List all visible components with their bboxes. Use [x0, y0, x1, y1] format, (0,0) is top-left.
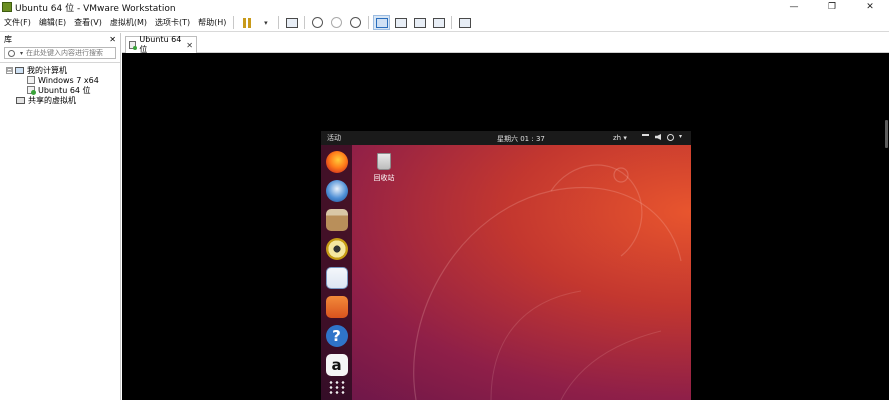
- window-controls: — ❐ ✕: [775, 0, 889, 14]
- ubuntu-dock: ? a: [321, 145, 352, 400]
- input-method-indicator[interactable]: zh ▾: [613, 134, 627, 142]
- window-title: Ubuntu 64 位 - VMware Workstation: [15, 3, 176, 14]
- libreoffice-writer-icon[interactable]: [325, 267, 348, 289]
- computer-icon: [15, 66, 24, 74]
- revert-icon: [331, 17, 343, 28]
- tree-item-ubuntu[interactable]: Ubuntu 64 位: [0, 85, 120, 95]
- ubuntu-desktop[interactable]: 活动 星期六 01 : 37 zh ▾ ▾ ? a 回收站: [321, 131, 691, 400]
- network-icon[interactable]: [642, 134, 649, 141]
- library-search-input[interactable]: ▾ 在此处键入内容进行搜索: [4, 47, 116, 59]
- menu-edit[interactable]: 编辑(E): [35, 17, 70, 28]
- vmware-app-icon: [2, 2, 12, 12]
- menu-toolbar: 文件(F) 编辑(E) 查看(V) 虚拟机(M) 选项卡(T) 帮助(H) ▾: [0, 14, 889, 32]
- snapshot-manager-button[interactable]: [347, 15, 364, 30]
- tab-ubuntu[interactable]: Ubuntu 64 位 ✕: [125, 35, 197, 54]
- toolbar-separator: [233, 16, 235, 29]
- minimize-button[interactable]: —: [775, 0, 813, 14]
- send-ctrl-alt-del-button[interactable]: [283, 15, 300, 30]
- power-icon[interactable]: [667, 134, 674, 141]
- tab-label: Ubuntu 64 位: [139, 35, 182, 54]
- snapshot-icon: [312, 17, 324, 28]
- snapshot-manager-icon: [350, 17, 362, 28]
- thunderbird-icon[interactable]: [325, 180, 348, 202]
- amazon-icon[interactable]: a: [325, 354, 348, 376]
- toolbar-separator: [451, 16, 453, 29]
- help-icon[interactable]: ?: [325, 325, 348, 347]
- volume-icon[interactable]: [655, 134, 661, 140]
- trash-label: 回收站: [373, 174, 395, 182]
- chevron-down-icon: ▾: [264, 18, 268, 27]
- title-bar: Ubuntu 64 位 - VMware Workstation — ❐ ✕: [0, 0, 889, 14]
- show-library-button[interactable]: [373, 15, 391, 30]
- console-view-button[interactable]: [456, 15, 473, 30]
- shared-vm-icon: [16, 96, 25, 104]
- suspend-button[interactable]: [238, 15, 255, 30]
- power-dropdown-button[interactable]: ▾: [257, 15, 274, 30]
- library-header: 库 ✕: [0, 33, 120, 45]
- desktop-trash[interactable]: 回收站: [369, 153, 399, 183]
- tree-label: 共享的虚拟机: [28, 95, 76, 105]
- activities-button[interactable]: 活动: [327, 133, 341, 143]
- search-icon: [8, 49, 15, 57]
- library-title: 库: [4, 34, 12, 44]
- menu-file[interactable]: 文件(F): [0, 17, 35, 28]
- files-icon[interactable]: [325, 209, 348, 231]
- menu-view[interactable]: 查看(V): [70, 17, 106, 28]
- library-close-button[interactable]: ✕: [109, 35, 116, 44]
- full-screen-icon: [413, 17, 426, 28]
- firefox-icon[interactable]: [325, 151, 348, 173]
- search-placeholder: 在此处键入内容进行搜索: [26, 49, 104, 57]
- vm-icon: [27, 76, 35, 84]
- library-pane: 库 ✕ ▾ 在此处键入内容进行搜索 ⊟ 我的计算机 Windows 7 x64 …: [0, 33, 121, 400]
- vm-running-icon: [129, 41, 138, 50]
- trash-icon: [377, 153, 391, 170]
- full-screen-button[interactable]: [411, 15, 428, 30]
- close-button[interactable]: ✕: [851, 0, 889, 14]
- keyboard-icon: [285, 17, 298, 28]
- library-view-icon: [375, 17, 388, 28]
- toolbar-separator: [304, 16, 306, 29]
- tree-item-my-computer[interactable]: ⊟ 我的计算机: [0, 65, 120, 75]
- tree-item-shared-vms[interactable]: 共享的虚拟机: [0, 95, 120, 105]
- vm-tab-strip: Ubuntu 64 位 ✕: [122, 33, 889, 54]
- revert-snapshot-button[interactable]: [328, 15, 345, 30]
- tree-label: Windows 7 x64: [38, 75, 99, 85]
- restore-button[interactable]: ❐: [813, 0, 851, 14]
- search-dropdown-icon[interactable]: ▾: [20, 50, 23, 57]
- collapse-toggle[interactable]: ⊟: [6, 66, 13, 74]
- pause-icon: [242, 17, 251, 28]
- vm-console[interactable]: 活动 星期六 01 : 37 zh ▾ ▾ ? a 回收站: [122, 53, 889, 400]
- tab-close-button[interactable]: ✕: [186, 41, 193, 50]
- unity-button[interactable]: [430, 15, 447, 30]
- toolbar-separator: [368, 16, 370, 29]
- menu-help[interactable]: 帮助(H): [194, 17, 230, 28]
- snapshot-button[interactable]: [309, 15, 326, 30]
- tree-label: 我的计算机: [27, 65, 67, 75]
- rhythmbox-icon[interactable]: [325, 238, 348, 260]
- thumbnail-icon: [394, 17, 407, 28]
- vm-running-icon: [27, 86, 36, 95]
- toolbar-separator: [278, 16, 280, 29]
- tree-item-windows7[interactable]: Windows 7 x64: [0, 75, 120, 85]
- system-menu-chevron-icon[interactable]: ▾: [679, 133, 682, 140]
- vertical-scrollbar[interactable]: [885, 120, 888, 148]
- unity-icon: [432, 17, 445, 28]
- library-divider: [0, 62, 120, 63]
- clock[interactable]: 星期六 01 : 37: [497, 134, 545, 144]
- ubuntu-software-icon[interactable]: [325, 296, 348, 318]
- console-view-icon: [458, 17, 471, 28]
- ubuntu-top-bar: 活动 星期六 01 : 37 zh ▾ ▾: [321, 131, 691, 145]
- menu-tabs[interactable]: 选项卡(T): [151, 17, 194, 28]
- show-applications-icon[interactable]: [327, 380, 346, 394]
- thumbnail-bar-button[interactable]: [392, 15, 409, 30]
- menu-vm[interactable]: 虚拟机(M): [106, 17, 151, 28]
